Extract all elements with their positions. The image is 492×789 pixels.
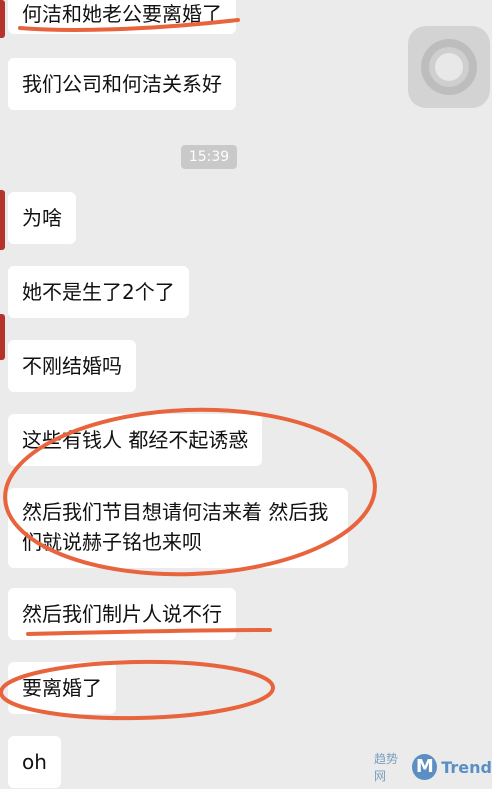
message-bubble[interactable]: 何洁和她老公要离婚了 [8, 0, 236, 34]
watermark-brand: Trend [441, 757, 492, 777]
message-bubble[interactable]: 这些有钱人 都经不起诱惑 [8, 414, 263, 466]
assistive-touch-button[interactable] [408, 26, 490, 108]
message-bubble[interactable]: 她不是生了2个了 [8, 266, 189, 318]
message-bubble[interactable]: oh [8, 736, 61, 788]
message-bubble[interactable]: 不刚结婚吗 [8, 340, 136, 392]
trend-logo-icon: M [412, 754, 438, 780]
avatar[interactable] [0, 314, 5, 360]
message-bubble[interactable]: 为啥 [8, 192, 76, 244]
avatar[interactable] [0, 0, 5, 38]
timestamp: 15:39 [181, 145, 237, 169]
message-bubble[interactable]: 然后我们节目想请何洁来着 然后我们就说赫子铭也来呗 [8, 488, 348, 568]
assistive-touch-icon-center [435, 53, 463, 81]
message-bubble[interactable]: 然后我们制片人说不行 [8, 588, 236, 640]
message-bubble[interactable]: 我们公司和何洁关系好 [8, 58, 236, 110]
watermark-site: 趋势网 [374, 752, 399, 783]
message-bubble[interactable]: 要离婚了 [8, 662, 116, 714]
avatar[interactable] [0, 190, 5, 250]
watermark: 趋势网 M Trend [374, 751, 492, 783]
